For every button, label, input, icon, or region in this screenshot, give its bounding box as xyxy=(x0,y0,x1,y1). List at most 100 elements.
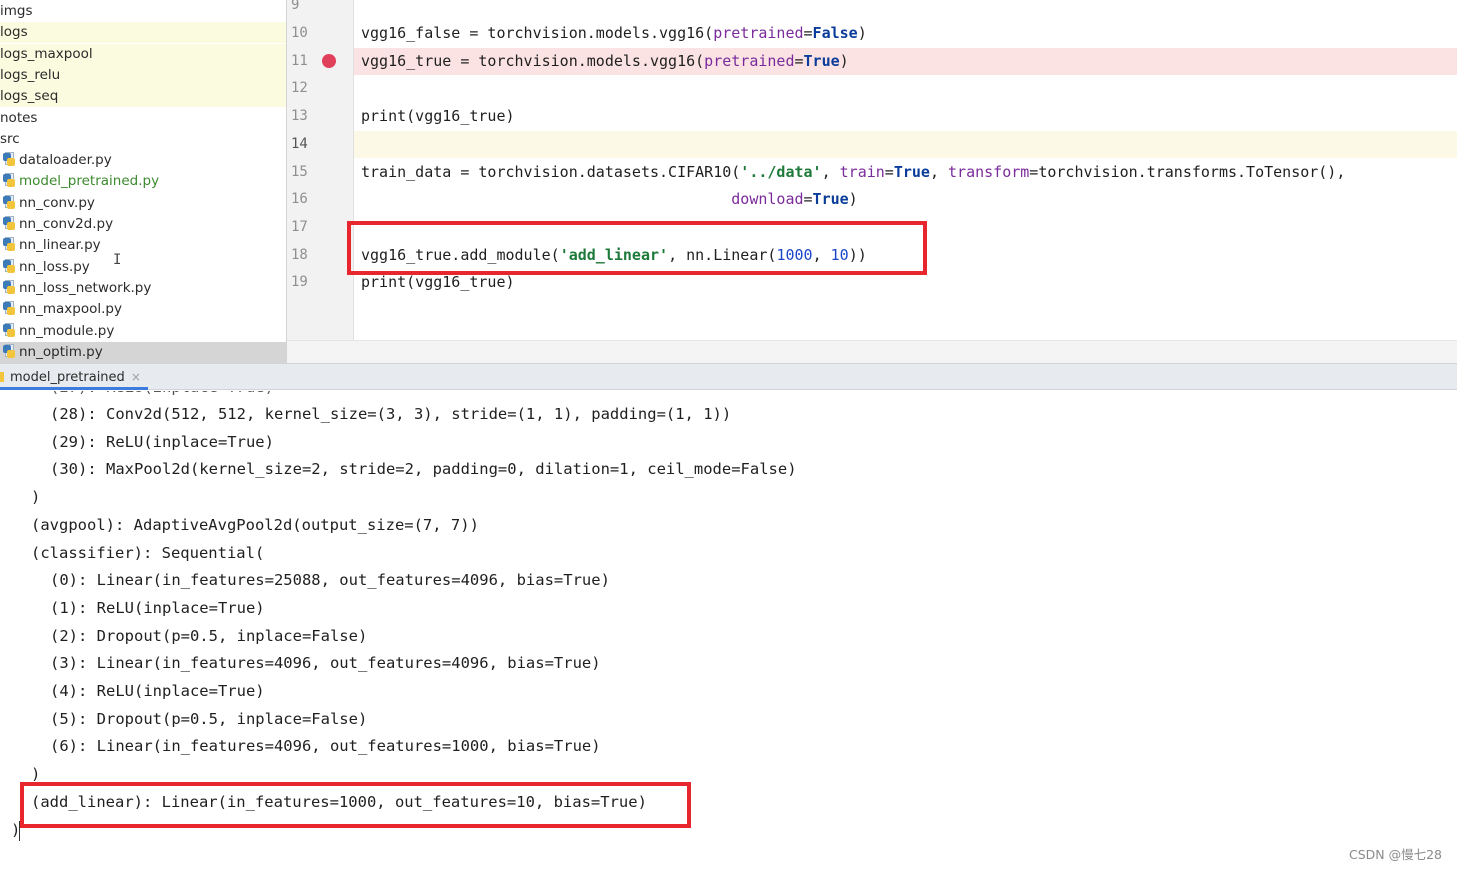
highlight-box-add-module xyxy=(347,221,927,275)
tree-item-label: dataloader.py xyxy=(19,152,112,169)
python-file-icon xyxy=(2,216,16,231)
tree-file-item[interactable]: nn_maxpool.py xyxy=(0,299,286,320)
tree-item-label: model_pretrained.py xyxy=(19,173,160,190)
code-token: = xyxy=(794,51,804,70)
tree-file-item[interactable]: nn_conv2d.py xyxy=(0,214,286,235)
tree-file-item[interactable]: nn_optim.py xyxy=(0,341,286,363)
tree-item-label: nn_optim.py xyxy=(19,343,103,360)
tree-file-item[interactable]: nn_loss.py xyxy=(0,257,286,278)
console-line: (29): ReLU(inplace=True) xyxy=(50,432,274,451)
run-tab-label: model_pretrained xyxy=(10,370,125,385)
param-token: transform xyxy=(948,162,1030,181)
line-number: 18 xyxy=(291,246,308,263)
tree-item-label: logs xyxy=(0,24,28,41)
close-icon[interactable]: × xyxy=(131,370,141,384)
code-editor[interactable]: vgg16_false = torchvision.models.vgg16(p… xyxy=(354,0,1457,340)
run-tool-window-tabs: model_pretrained × xyxy=(0,363,1457,390)
keyword-token: False xyxy=(812,24,858,42)
line-number: 19 xyxy=(291,274,308,291)
keyword-token: True xyxy=(812,190,849,209)
text-cursor-icon: I xyxy=(113,252,122,268)
console-line: (4): ReLU(inplace=True) xyxy=(50,682,265,700)
tree-file-item[interactable]: nn_conv.py xyxy=(0,193,286,214)
param-token: pretrained xyxy=(704,51,795,70)
tree-folder-item[interactable]: notes xyxy=(0,108,286,129)
tree-file-item[interactable]: nn_linear.py xyxy=(0,235,286,256)
run-tab-model-pretrained[interactable]: model_pretrained × xyxy=(0,364,148,390)
line-number: 16 xyxy=(291,191,308,208)
code-token: = xyxy=(884,162,894,181)
tree-item-label: nn_linear.py xyxy=(19,237,101,254)
code-token: (vgg16_true) xyxy=(406,273,515,292)
code-token: train_data = torchvision.datasets.CIFAR1… xyxy=(361,162,741,181)
code-token: vgg16_false = torchvision.models.vgg16( xyxy=(361,24,714,42)
code-line-13[interactable]: print(vgg16_true) xyxy=(354,103,1457,131)
tree-item-label: nn_loss.py xyxy=(19,258,90,275)
code-token: = xyxy=(803,190,813,209)
param-token: pretrained xyxy=(713,24,804,42)
console-line: ) xyxy=(31,488,41,507)
code-token: ) xyxy=(848,190,858,209)
python-file-icon xyxy=(2,258,16,274)
code-token: = xyxy=(803,24,813,42)
tree-item-label: imgs xyxy=(0,3,33,19)
keyword-token: True xyxy=(893,162,930,181)
tree-file-item[interactable]: nn_loss_network.py xyxy=(0,278,286,299)
python-file-icon xyxy=(2,173,16,188)
code-line-10[interactable]: vgg16_false = torchvision.models.vgg16(p… xyxy=(354,20,1457,48)
line-number: 11 xyxy=(291,52,308,69)
tree-item-label: logs_maxpool xyxy=(0,45,93,62)
tree-folder-item[interactable]: logs xyxy=(0,22,286,44)
tree-item-label: logs_relu xyxy=(0,66,61,83)
keyword-token: True xyxy=(803,51,840,70)
tree-item-label: nn_module.py xyxy=(19,322,115,339)
code-line-11[interactable]: vgg16_true = torchvision.models.vgg16(pr… xyxy=(354,47,1457,76)
console-line: (1): ReLU(inplace=True) xyxy=(50,598,265,617)
console-line: (0): Linear(in_features=25088, out_featu… xyxy=(50,571,610,590)
console-line: (2): Dropout(p=0.5, inplace=False) xyxy=(50,626,368,645)
console-line: (classifier): Sequential( xyxy=(31,543,265,562)
console-line: (6): Linear(in_features=4096, out_featur… xyxy=(50,737,601,756)
line-number: 15 xyxy=(291,163,308,180)
code-token: , xyxy=(821,162,840,181)
builtin-token: print xyxy=(361,273,407,292)
tree-item-label: nn_maxpool.py xyxy=(19,301,122,318)
line-number: 10 xyxy=(291,25,308,41)
string-token: '../data' xyxy=(740,162,822,181)
tree-item-label: nn_conv.py xyxy=(19,194,95,211)
python-file-icon xyxy=(2,194,16,210)
highlight-box-add-linear-output xyxy=(20,782,691,828)
tree-folder-item[interactable]: logs_relu xyxy=(0,64,286,86)
tree-folder-item[interactable]: src xyxy=(0,129,286,150)
tree-item-label: logs_seq xyxy=(0,88,59,105)
code-line-14[interactable] xyxy=(354,130,1457,159)
watermark: CSDN @慢七28 xyxy=(1348,847,1442,862)
code-token: ) xyxy=(839,51,849,70)
tree-item-label: notes xyxy=(0,109,38,126)
project-tree: imgs logs logs_maxpool logs_relu logs_seqnot… xyxy=(0,0,286,363)
tree-folder-item[interactable]: logs_maxpool xyxy=(0,43,286,65)
tree-item-label: nn_loss_network.py xyxy=(19,279,152,296)
python-file-icon xyxy=(2,343,16,359)
tree-folder-item[interactable]: imgs xyxy=(0,1,286,22)
builtin-token: print xyxy=(361,107,407,126)
editor-gutter[interactable]: 9 10 11 12 13 14 15 16 17 18 19 xyxy=(287,0,354,340)
tree-file-item[interactable]: dataloader.py xyxy=(0,150,286,171)
breakpoint-icon[interactable] xyxy=(322,54,336,68)
code-line-15[interactable]: train_data = torchvision.datasets.CIFAR1… xyxy=(354,159,1457,187)
tree-file-item[interactable]: nn_module.py xyxy=(0,321,286,342)
code-token: vgg16_true = torchvision.models.vgg16( xyxy=(361,51,705,70)
param-token: train xyxy=(839,162,885,181)
code-token: (vgg16_true) xyxy=(406,107,515,126)
python-file-icon xyxy=(2,152,16,167)
tree-folder-item[interactable]: logs_seq xyxy=(0,86,286,108)
tree-file-item[interactable]: model_pretrained.py xyxy=(0,171,286,192)
code-token: , xyxy=(929,162,949,181)
console-line: (28): Conv2d(512, 512, kernel_size=(3, 3… xyxy=(50,405,732,423)
console-line: (30): MaxPool2d(kernel_size=2, stride=2,… xyxy=(50,460,797,479)
tree-item-label: nn_conv2d.py xyxy=(19,216,114,232)
line-number: 17 xyxy=(291,218,308,235)
code-line-16[interactable]: download=True) xyxy=(354,186,1457,214)
python-file-icon xyxy=(2,237,16,252)
